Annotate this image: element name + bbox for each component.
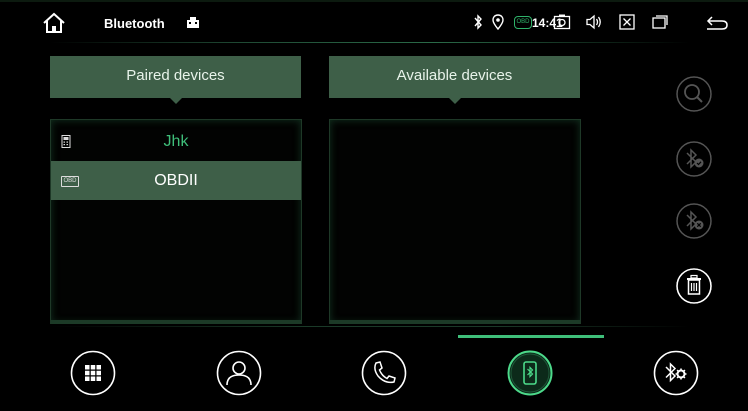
camera-icon[interactable]: [553, 13, 571, 31]
home-icon[interactable]: [42, 12, 66, 34]
window-icon[interactable]: [651, 13, 669, 31]
nav-phone-button[interactable]: [361, 350, 407, 396]
volume-icon[interactable]: [585, 13, 603, 31]
status-divider: [50, 42, 690, 43]
delete-button[interactable]: [676, 268, 712, 304]
top-bezel: [0, 0, 748, 2]
phone-icon: [374, 361, 396, 384]
app-title: Bluetooth: [104, 16, 165, 31]
bluetooth-screen: Bluetooth OBD 14:41 Paired devices Jhk O…: [0, 0, 748, 411]
active-tab-indicator: [458, 335, 604, 338]
bluetooth-settings-icon: [665, 362, 687, 383]
device-name: Jhk: [163, 133, 189, 150]
contacts-icon: [226, 361, 252, 386]
keypad-icon: [85, 365, 101, 381]
connect-button[interactable]: [676, 141, 712, 177]
nav-bluetooth-settings-button[interactable]: [653, 350, 699, 396]
search-button[interactable]: [676, 76, 712, 112]
paired-devices-header: Paired devices: [50, 56, 301, 104]
location-icon: [492, 14, 504, 30]
device-row-jhk[interactable]: Jhk: [51, 122, 301, 161]
paired-devices-list: Jhk OBD OBDII: [50, 119, 302, 324]
search-icon: [684, 84, 703, 103]
bottom-divider: [50, 326, 690, 327]
disconnect-button[interactable]: [676, 203, 712, 239]
available-devices-list: [329, 119, 581, 324]
device-name: OBDII: [154, 172, 198, 189]
obd-status-badge: OBD: [514, 16, 532, 29]
bluetooth-disconnect-icon: [686, 210, 704, 231]
trash-icon: [687, 274, 701, 295]
device-row-obdii[interactable]: OBD OBDII: [51, 161, 301, 200]
status-bar: Bluetooth OBD 14:41: [22, 4, 740, 42]
nav-bluetooth-phone-button[interactable]: [507, 350, 553, 396]
nav-contacts-button[interactable]: [216, 350, 262, 396]
close-box-icon[interactable]: [618, 13, 636, 31]
bluetooth-connect-icon: [686, 148, 704, 169]
nav-keypad-button[interactable]: [70, 350, 116, 396]
back-icon[interactable]: [704, 13, 730, 31]
bluetooth-icon: [474, 14, 482, 30]
available-devices-header: Available devices: [329, 56, 580, 104]
usb-icon: [187, 17, 199, 28]
